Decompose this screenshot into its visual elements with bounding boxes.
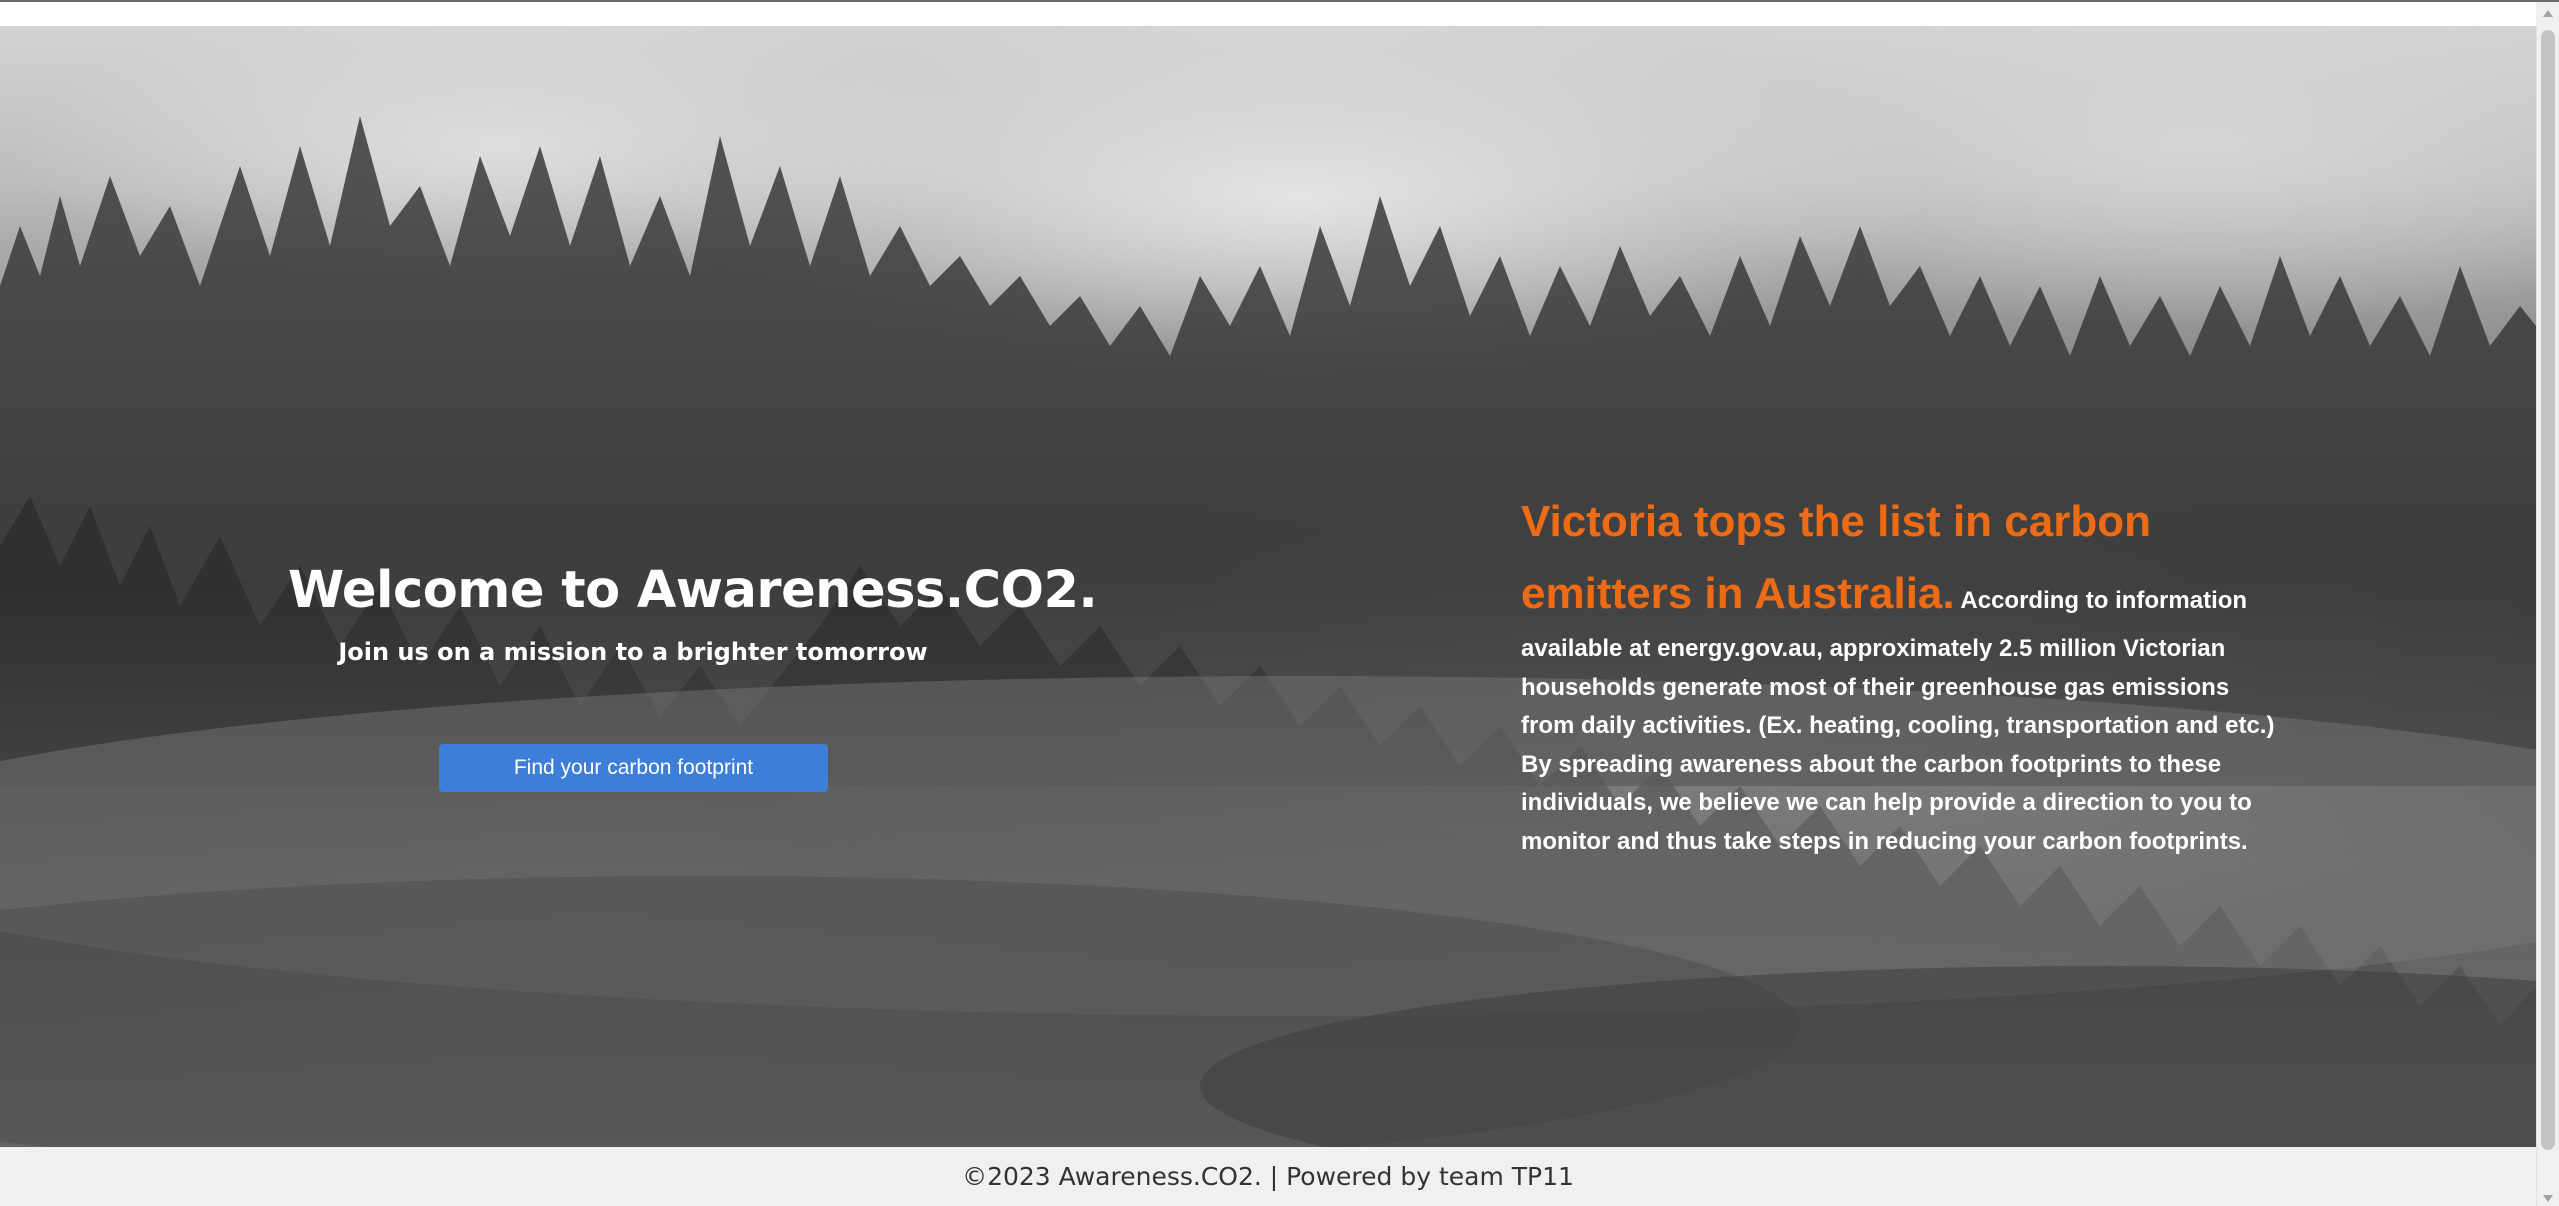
footer: ©2023 Awareness.CO2. | Powered by team T… bbox=[0, 1147, 2536, 1206]
find-carbon-footprint-button[interactable]: Find your carbon footprint bbox=[439, 744, 828, 792]
chevron-down-icon[interactable] bbox=[2543, 1195, 2553, 1202]
scrollbar-thumb[interactable] bbox=[2541, 30, 2555, 1150]
chevron-up-icon bbox=[2543, 10, 2553, 17]
hero-section: Welcome to Awareness.CO2. Join us on a m… bbox=[0, 26, 2536, 1147]
scroll-up-button[interactable] bbox=[2536, 2, 2559, 26]
welcome-block: Welcome to Awareness.CO2. Join us on a m… bbox=[288, 561, 1098, 792]
footer-copyright: ©2023 Awareness.CO2. | Powered by team T… bbox=[962, 1162, 1574, 1191]
top-bar bbox=[0, 0, 2559, 26]
vertical-scrollbar[interactable] bbox=[2536, 26, 2559, 1206]
info-block: Victoria tops the list in carbon emitter… bbox=[1521, 486, 2281, 861]
page: Welcome to Awareness.CO2. Join us on a m… bbox=[0, 0, 2559, 1206]
info-body: According to information available at en… bbox=[1521, 587, 2275, 855]
page-title: Welcome to Awareness.CO2. bbox=[288, 561, 1098, 620]
page-subtitle: Join us on a mission to a brighter tomor… bbox=[338, 638, 928, 666]
